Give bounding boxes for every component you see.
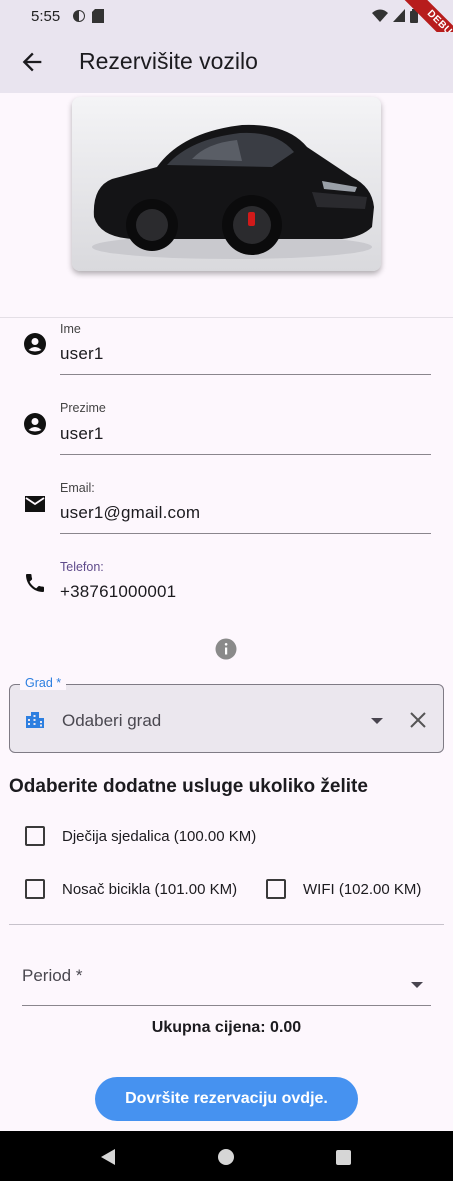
- city-select-label: Grad *: [20, 676, 67, 690]
- field-value[interactable]: user1@gmail.com: [60, 503, 200, 523]
- field-value[interactable]: user1: [60, 344, 104, 364]
- account-circle-icon: [24, 333, 46, 355]
- nav-home-icon[interactable]: [218, 1149, 234, 1165]
- nav-recents-icon[interactable]: [336, 1150, 351, 1165]
- account-circle-icon: [24, 413, 46, 435]
- period-select-label: Period *: [22, 966, 83, 985]
- field-label: Email:: [60, 481, 95, 495]
- bike-rack-checkbox[interactable]: [25, 879, 45, 899]
- period-underline: [22, 1005, 431, 1006]
- field-value[interactable]: +38761000001: [60, 582, 176, 602]
- chevron-down-icon[interactable]: [410, 980, 424, 990]
- sync-icon: [73, 10, 85, 22]
- wifi-checkbox[interactable]: [266, 879, 286, 899]
- field-underline: [60, 533, 431, 534]
- last-name-field[interactable]: Prezime user1: [0, 398, 453, 468]
- status-time: 5:55: [31, 8, 61, 25]
- field-value[interactable]: user1: [60, 424, 104, 444]
- child-seat-label[interactable]: Dječija sjedalica (100.00 KM): [62, 828, 256, 845]
- nav-back-icon[interactable]: [100, 1148, 116, 1166]
- vehicle-image: [72, 97, 381, 271]
- phone-field[interactable]: Telefon: +38761000001: [0, 557, 453, 627]
- email-field[interactable]: Email: user1@gmail.com: [0, 478, 453, 548]
- bike-rack-label[interactable]: Nosač bicikla (101.00 KM): [62, 881, 237, 898]
- mail-icon: [25, 496, 45, 512]
- city-select-placeholder: Odaberi grad: [62, 711, 162, 730]
- submit-reservation-button[interactable]: Dovršite rezervaciju ovdje.: [95, 1077, 358, 1121]
- divider: [9, 924, 444, 925]
- child-seat-checkbox[interactable]: [25, 826, 45, 846]
- field-label: Prezime: [60, 401, 106, 415]
- chevron-down-icon[interactable]: [369, 714, 385, 728]
- phone-icon: [26, 574, 44, 592]
- system-nav-bar: [0, 1131, 453, 1181]
- field-underline: [60, 374, 431, 375]
- info-icon[interactable]: [215, 638, 237, 660]
- back-arrow-icon[interactable]: [18, 48, 46, 76]
- total-price: Ukupna cijena: 0.00: [151, 1019, 302, 1036]
- sd-card-icon: [92, 9, 104, 23]
- city-icon: [26, 712, 44, 728]
- page-title: Rezervišite vozilo: [79, 48, 258, 74]
- close-icon[interactable]: [407, 709, 429, 731]
- wifi-label[interactable]: WIFI (102.00 KM): [303, 881, 421, 898]
- status-left-icons: [72, 9, 104, 23]
- app-bar: Rezervišite vozilo: [0, 32, 453, 93]
- field-underline: [60, 454, 431, 455]
- field-label: Ime: [60, 322, 81, 336]
- field-label: Telefon:: [60, 560, 104, 574]
- first-name-field[interactable]: Ime user1: [0, 318, 453, 388]
- services-heading: Odaberite dodatne usluge ukoliko želite: [9, 776, 368, 797]
- status-bar: 5:55 DEBUG: [0, 0, 453, 68]
